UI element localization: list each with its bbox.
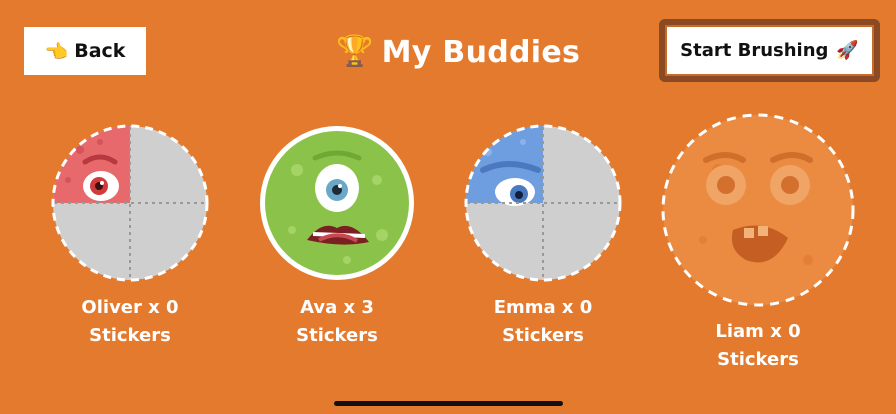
buddy-card-emma[interactable]: Emma x 0 Stickers [453, 120, 633, 360]
page-title: 🏆 My Buddies [336, 30, 580, 74]
buddy-avatar-emma [464, 124, 622, 282]
back-label: Back [74, 40, 126, 62]
buddy-card-oliver[interactable]: Oliver x 0 Stickers [40, 120, 220, 360]
buddy-card-liam[interactable]: Liam x 0 Stickers [648, 110, 868, 380]
buddy-avatar-oliver [51, 124, 209, 282]
buddy-name-ava: Ava x 3 [300, 297, 374, 318]
buddy-name-liam: Liam x 0 [715, 321, 801, 342]
trophy-icon: 🏆 [336, 34, 374, 69]
pointing-hand-icon: 👈 [44, 40, 69, 63]
buddy-card-ava[interactable]: Ava x 3 Stickers [247, 120, 427, 360]
rocket-icon: 🚀 [836, 40, 859, 61]
buddy-stickers-ava: Stickers [296, 325, 378, 346]
page-title-text: My Buddies [381, 34, 581, 70]
buddy-stickers-emma: Stickers [502, 325, 584, 346]
buddy-avatar-ava [260, 126, 414, 280]
back-button[interactable]: 👈 Back [24, 27, 146, 75]
home-indicator[interactable] [334, 401, 563, 406]
buddy-name-oliver: Oliver x 0 [81, 297, 179, 318]
buddy-name-emma: Emma x 0 [493, 297, 593, 318]
buddy-avatar-liam [661, 113, 855, 307]
start-brushing-label: Start Brushing [680, 40, 829, 61]
buddy-stickers-liam: Stickers [717, 349, 799, 370]
start-brushing-button[interactable]: Start Brushing 🚀 [659, 19, 880, 82]
buddy-stickers-oliver: Stickers [89, 325, 171, 346]
